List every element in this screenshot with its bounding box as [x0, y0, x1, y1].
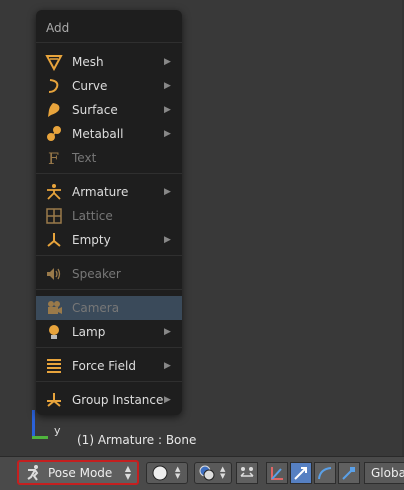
- curve-icon: [44, 77, 64, 95]
- mode-label: Pose Mode: [48, 465, 113, 480]
- submenu-arrow-icon: ▶: [164, 327, 171, 337]
- menu-item-label: Force Field: [72, 359, 136, 373]
- translate-arrow-icon: [294, 467, 307, 480]
- scale-icon: [342, 467, 355, 480]
- menu-item-lamp[interactable]: Lamp ▶: [36, 320, 182, 344]
- 3d-viewport[interactable]: y (1) Armature : Bone Add Mesh ▶ Curve ▶…: [0, 0, 404, 456]
- armature-icon: [44, 183, 64, 201]
- camera-icon: [44, 299, 64, 317]
- force-field-icon: [44, 357, 64, 375]
- menu-item-lattice[interactable]: Lattice: [36, 204, 182, 228]
- z-axis-indicator: [32, 410, 35, 437]
- submenu-arrow-icon: ▶: [164, 129, 171, 139]
- menu-item-text[interactable]: F Text: [36, 146, 182, 170]
- empty-icon: [44, 231, 64, 249]
- menu-item-label: Group Instance: [72, 393, 164, 407]
- mode-selector[interactable]: Pose Mode ▲ ▼: [17, 460, 139, 485]
- surface-icon: [44, 101, 64, 119]
- axis-label: y: [54, 424, 61, 437]
- rotate-manipulator-button[interactable]: [314, 462, 336, 484]
- viewport-shading-selector[interactable]: ▲ ▼: [146, 462, 188, 484]
- dropdown-caret-icon: ▲ ▼: [175, 465, 181, 480]
- metaball-icon: [44, 125, 64, 143]
- lamp-icon: [44, 323, 64, 341]
- speaker-icon: [44, 265, 64, 283]
- menu-item-curve[interactable]: Curve ▶: [36, 74, 182, 98]
- viewport-header: Pose Mode ▲▼ ▲▼ ▲▼ Global: [0, 456, 404, 490]
- text-icon: F: [44, 149, 64, 167]
- menu-item-camera[interactable]: Camera: [36, 296, 182, 320]
- menu-item-label: Empty: [72, 233, 111, 247]
- submenu-arrow-icon: ▶: [164, 57, 171, 67]
- menu-item-armature[interactable]: Armature ▶: [36, 180, 182, 204]
- orientation-label: Global: [371, 466, 404, 480]
- menu-item-label: Mesh: [72, 55, 104, 69]
- object-info-text: (1) Armature : Bone: [77, 433, 197, 447]
- scale-manipulator-button[interactable]: [338, 462, 360, 484]
- manipulate-center-button[interactable]: [236, 462, 258, 484]
- menu-separator: [36, 255, 182, 256]
- rotate-arc-icon: [318, 467, 332, 480]
- menu-item-label: Text: [72, 151, 97, 165]
- menu-separator: [36, 289, 182, 290]
- mesh-icon: [44, 53, 64, 71]
- submenu-arrow-icon: ▶: [164, 361, 171, 371]
- menu-item-label: Metaball: [72, 127, 124, 141]
- menu-title: Add: [46, 21, 70, 35]
- menu-separator: [36, 381, 182, 382]
- menu-item-speaker[interactable]: Speaker: [36, 262, 182, 286]
- group-instance-icon: [44, 391, 64, 409]
- menu-item-surface[interactable]: Surface ▶: [36, 98, 182, 122]
- submenu-arrow-icon: ▶: [164, 235, 171, 245]
- menu-separator: [36, 173, 182, 174]
- transform-orientation-selector[interactable]: Global: [364, 462, 404, 484]
- dropdown-caret-icon: ▲ ▼: [124, 463, 131, 481]
- menu-item-group-instance[interactable]: Group Instance ▶: [36, 388, 182, 412]
- y-axis-indicator: [32, 436, 48, 439]
- menu-item-empty[interactable]: Empty ▶: [36, 228, 182, 252]
- menu-item-label: Surface: [72, 103, 118, 117]
- menu-item-label: Curve: [72, 79, 108, 93]
- manipulator-icon: [271, 467, 283, 480]
- submenu-arrow-icon: ▶: [164, 81, 171, 91]
- lattice-icon: [44, 207, 64, 225]
- submenu-arrow-icon: ▶: [164, 395, 171, 405]
- svg-text:F: F: [48, 149, 59, 167]
- menu-item-label: Armature: [72, 185, 129, 199]
- solid-shading-icon: [152, 465, 168, 481]
- menu-item-force-field[interactable]: Force Field ▶: [36, 354, 182, 378]
- menu-item-label: Speaker: [72, 267, 121, 281]
- menu-item-label: Camera: [72, 301, 120, 315]
- menu-separator: [36, 347, 182, 348]
- menu-separator: [36, 42, 182, 43]
- menu-item-label: Lattice: [72, 209, 113, 223]
- translate-manipulator-button[interactable]: [290, 462, 312, 484]
- pose-mode-icon: [27, 464, 39, 481]
- center-points-icon: [240, 467, 254, 477]
- manipulator-toggle-button[interactable]: [266, 462, 288, 484]
- submenu-arrow-icon: ▶: [164, 105, 171, 115]
- dropdown-caret-icon: ▲ ▼: [220, 465, 226, 480]
- menu-item-metaball[interactable]: Metaball ▶: [36, 122, 182, 146]
- pivot-point-selector[interactable]: ▲ ▼: [194, 462, 232, 484]
- pivot-point-icon: [199, 465, 215, 481]
- submenu-arrow-icon: ▶: [164, 187, 171, 197]
- add-menu: Add Mesh ▶ Curve ▶ Surface ▶ Metaball ▶ …: [36, 10, 182, 415]
- menu-item-label: Lamp: [72, 325, 106, 339]
- menu-item-mesh[interactable]: Mesh ▶: [36, 50, 182, 74]
